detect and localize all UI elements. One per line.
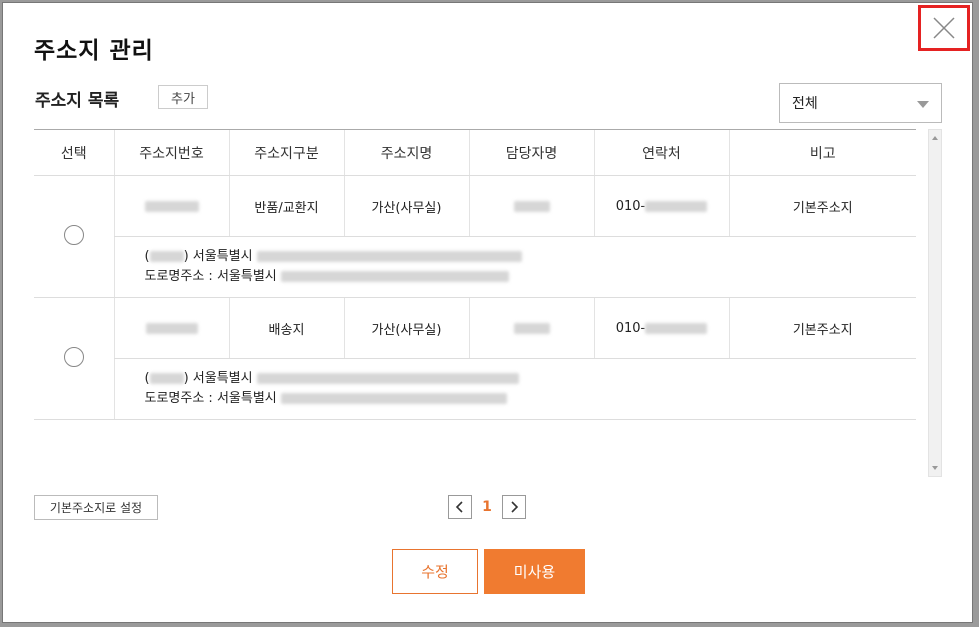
redacted-text bbox=[645, 322, 708, 334]
address-type-cell: 반품/교환지 bbox=[228, 175, 344, 237]
modal-title: 주소지 관리 bbox=[34, 38, 154, 64]
redacted-text bbox=[513, 200, 550, 212]
redacted-text bbox=[144, 200, 199, 212]
add-address-button[interactable]: 추가 bbox=[158, 85, 208, 109]
chevron-left-icon bbox=[455, 501, 463, 513]
current-page[interactable]: 1 bbox=[472, 499, 502, 515]
paren-open: ( bbox=[144, 249, 150, 264]
redacted-text bbox=[149, 373, 184, 384]
table-scrollbar[interactable] bbox=[928, 129, 942, 477]
table-row-address: ( ) 서울특별시 도로명주소 : 서울특별시 bbox=[34, 236, 917, 298]
header-address-type: 주소지구분 bbox=[228, 129, 344, 176]
select-cell bbox=[34, 297, 114, 420]
address-line-2: 도로명주소 : 서울특별시 bbox=[145, 389, 917, 409]
address-number-cell bbox=[113, 175, 229, 237]
scroll-up-icon[interactable] bbox=[932, 136, 938, 140]
address-line-1: ( ) 서울특별시 bbox=[145, 247, 917, 267]
redacted-text bbox=[280, 393, 507, 404]
header-address-number: 주소지번호 bbox=[113, 129, 229, 176]
address-name-cell: 가산(사무실) bbox=[343, 175, 469, 237]
contact-cell: 010- bbox=[593, 175, 729, 237]
prev-page-button[interactable] bbox=[448, 495, 472, 519]
chevron-right-icon bbox=[511, 501, 519, 513]
paren-open: ( bbox=[144, 371, 150, 386]
redacted-text bbox=[513, 322, 550, 334]
redacted-text bbox=[149, 251, 184, 262]
phone-prefix: 010- bbox=[615, 198, 646, 214]
scroll-down-icon[interactable] bbox=[932, 466, 938, 470]
address-line-1-prefix: ) 서울특별시 bbox=[183, 249, 253, 264]
redacted-text bbox=[145, 322, 198, 334]
address-line-1: ( ) 서울특별시 bbox=[145, 369, 917, 389]
header-select: 선택 bbox=[34, 129, 114, 176]
address-management-modal: 주소지 관리 주소지 목록 추가 전체 선택 주소지번호 주소지구분 주소지명 … bbox=[2, 2, 973, 623]
redacted-text bbox=[256, 373, 519, 384]
table-row-address: ( ) 서울특별시 도로명주소 : 서울특별시 bbox=[34, 358, 917, 420]
note-cell: 기본주소지 bbox=[728, 297, 916, 359]
close-icon bbox=[933, 17, 955, 39]
address-number-cell bbox=[113, 297, 229, 359]
redacted-text bbox=[256, 251, 522, 262]
row-select-radio[interactable] bbox=[63, 224, 84, 245]
next-page-button[interactable] bbox=[502, 495, 526, 519]
header-address-name: 주소지명 bbox=[343, 129, 469, 176]
row-select-radio[interactable] bbox=[63, 346, 84, 367]
close-button[interactable] bbox=[918, 5, 970, 51]
redacted-text bbox=[645, 200, 708, 212]
header-manager-name: 담당자명 bbox=[468, 129, 594, 176]
chevron-down-icon bbox=[917, 101, 929, 108]
filter-select[interactable]: 전체 bbox=[779, 83, 942, 123]
phone-prefix: 010- bbox=[615, 320, 646, 336]
address-name-cell: 가산(사무실) bbox=[343, 297, 469, 359]
address-line-2-prefix: 도로명주소 : 서울특별시 bbox=[144, 391, 277, 406]
address-detail-cell: ( ) 서울특별시 도로명주소 : 서울특별시 bbox=[113, 358, 917, 420]
address-table-container: 선택 주소지번호 주소지구분 주소지명 담당자명 연락처 비고 반품/교환지 가… bbox=[34, 129, 916, 477]
contact-cell: 010- bbox=[593, 297, 729, 359]
address-line-1-prefix: ) 서울특별시 bbox=[183, 371, 253, 386]
disable-button[interactable]: 미사용 bbox=[484, 549, 585, 594]
manager-name-cell bbox=[468, 297, 594, 359]
note-cell: 기본주소지 bbox=[728, 175, 916, 237]
select-cell bbox=[34, 175, 114, 298]
header-note: 비고 bbox=[728, 129, 916, 176]
address-line-2: 도로명주소 : 서울특별시 bbox=[145, 267, 917, 287]
address-line-2-prefix: 도로명주소 : 서울특별시 bbox=[144, 269, 277, 284]
address-table: 선택 주소지번호 주소지구분 주소지명 담당자명 연락처 비고 반품/교환지 가… bbox=[34, 129, 916, 420]
edit-button[interactable]: 수정 bbox=[392, 549, 478, 594]
filter-select-value: 전체 bbox=[792, 96, 818, 112]
manager-name-cell bbox=[468, 175, 594, 237]
table-row: 반품/교환지 가산(사무실) 010- 기본주소지 bbox=[34, 175, 916, 298]
header-contact: 연락처 bbox=[593, 129, 729, 176]
set-default-address-button[interactable]: 기본주소지로 설정 bbox=[34, 495, 158, 520]
table-header-row: 선택 주소지번호 주소지구분 주소지명 담당자명 연락처 비고 bbox=[34, 129, 916, 176]
address-list-title: 주소지 목록 bbox=[35, 91, 120, 111]
address-type-cell: 배송지 bbox=[228, 297, 344, 359]
pagination: 1 bbox=[448, 495, 526, 519]
redacted-text bbox=[280, 271, 509, 282]
address-detail-cell: ( ) 서울특별시 도로명주소 : 서울특별시 bbox=[113, 236, 917, 298]
table-row: 배송지 가산(사무실) 010- 기본주소지 bbox=[34, 297, 916, 420]
